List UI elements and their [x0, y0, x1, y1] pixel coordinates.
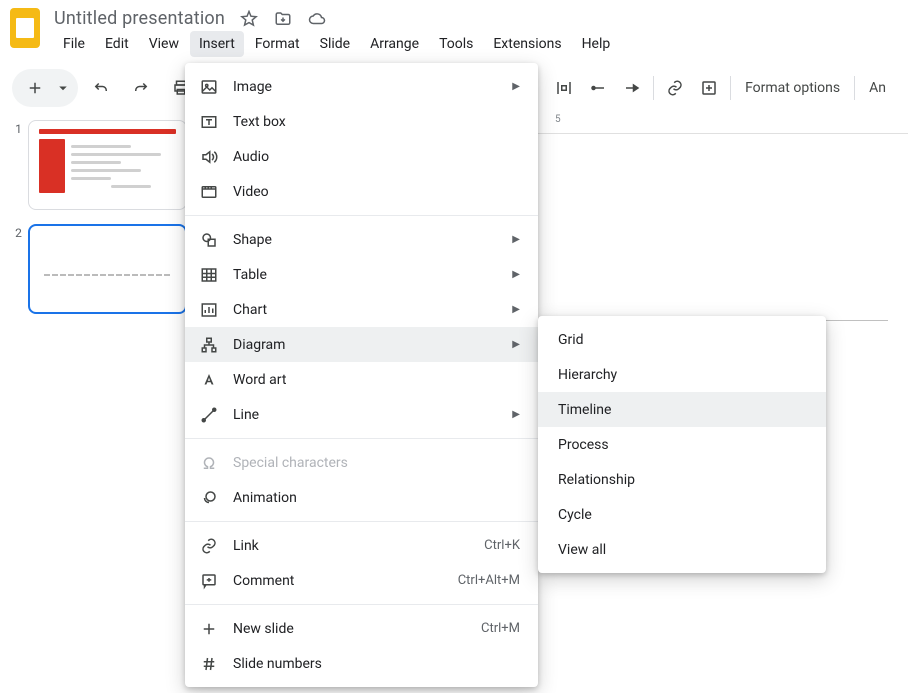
undo-button[interactable]	[84, 73, 118, 103]
video-icon	[199, 182, 219, 202]
menu-view[interactable]: View	[140, 31, 188, 57]
menu-format[interactable]: Format	[246, 31, 309, 57]
menu-slide[interactable]: Slide	[311, 31, 359, 57]
insert-chart[interactable]: Chart ▶	[185, 292, 538, 327]
insert-text-box[interactable]: Text box	[185, 104, 538, 139]
redo-button[interactable]	[124, 73, 158, 103]
shortcut-label: Ctrl+M	[481, 621, 520, 636]
format-options-button[interactable]: Format options	[735, 74, 850, 102]
diagram-submenu: Grid Hierarchy Timeline Process Relation…	[538, 316, 826, 573]
slide-number: 2	[8, 224, 22, 314]
insert-line[interactable]: Line ▶	[185, 397, 538, 432]
slide-panel: 1 2	[0, 110, 195, 693]
insert-link-button[interactable]	[658, 73, 692, 103]
insert-menu-dropdown: Image ▶ Text box Audio Video Shape ▶ Tab…	[185, 63, 538, 687]
plus-icon	[199, 619, 219, 639]
diagram-relationship[interactable]: Relationship	[538, 462, 826, 497]
menu-arrange[interactable]: Arrange	[361, 31, 428, 57]
shape-icon	[199, 230, 219, 250]
menu-file[interactable]: File	[54, 31, 94, 57]
insert-special-characters: Special characters	[185, 445, 538, 480]
shortcut-label: Ctrl+Alt+M	[458, 573, 520, 588]
submenu-arrow-icon: ▶	[512, 234, 520, 245]
menu-tools[interactable]: Tools	[430, 31, 482, 57]
comment-icon	[199, 571, 219, 591]
textbox-icon	[199, 112, 219, 132]
insert-comment[interactable]: Comment Ctrl+Alt+M	[185, 563, 538, 598]
line-start-icon[interactable]	[581, 73, 615, 103]
line-end-icon[interactable]	[615, 73, 649, 103]
submenu-arrow-icon: ▶	[512, 339, 520, 350]
insert-video[interactable]: Video	[185, 174, 538, 209]
diagram-cycle[interactable]: Cycle	[538, 497, 826, 532]
omega-icon	[199, 453, 219, 473]
document-header: Untitled presentation File Edit View Ins…	[0, 0, 908, 57]
new-slide-dropdown[interactable]	[54, 73, 72, 103]
diagram-hierarchy[interactable]: Hierarchy	[538, 357, 826, 392]
move-folder-icon[interactable]	[273, 9, 293, 29]
insert-image[interactable]: Image ▶	[185, 69, 538, 104]
menu-edit[interactable]: Edit	[96, 31, 138, 57]
app-logo	[10, 8, 40, 48]
submenu-arrow-icon: ▶	[512, 81, 520, 92]
insert-animation[interactable]: Animation	[185, 480, 538, 515]
hash-icon	[199, 654, 219, 674]
insert-new-slide[interactable]: New slide Ctrl+M	[185, 611, 538, 646]
slide-thumbnail-1[interactable]	[28, 120, 187, 210]
insert-audio[interactable]: Audio	[185, 139, 538, 174]
line-icon	[199, 405, 219, 425]
submenu-arrow-icon: ▶	[512, 409, 520, 420]
menubar: File Edit View Insert Format Slide Arran…	[54, 31, 619, 57]
slide-number: 1	[8, 120, 22, 210]
star-icon[interactable]	[239, 9, 259, 29]
distribute-icon[interactable]	[547, 73, 581, 103]
submenu-arrow-icon: ▶	[512, 304, 520, 315]
document-title[interactable]: Untitled presentation	[54, 8, 225, 29]
submenu-arrow-icon: ▶	[512, 269, 520, 280]
wordart-icon	[199, 370, 219, 390]
table-icon	[199, 265, 219, 285]
insert-table[interactable]: Table ▶	[185, 257, 538, 292]
insert-diagram[interactable]: Diagram ▶	[185, 327, 538, 362]
insert-comment-button[interactable]	[692, 73, 726, 103]
insert-slide-numbers[interactable]: Slide numbers	[185, 646, 538, 681]
slide-thumbnail-2[interactable]	[28, 224, 187, 314]
diagram-grid[interactable]: Grid	[538, 322, 826, 357]
menu-help[interactable]: Help	[573, 31, 620, 57]
diagram-process[interactable]: Process	[538, 427, 826, 462]
animation-icon	[199, 488, 219, 508]
cloud-status-icon[interactable]	[307, 9, 327, 29]
diagram-timeline[interactable]: Timeline	[538, 392, 826, 427]
chart-icon	[199, 300, 219, 320]
animate-button[interactable]: An	[859, 74, 896, 102]
image-icon	[199, 77, 219, 97]
diagram-view-all[interactable]: View all	[538, 532, 826, 567]
diagram-icon	[199, 335, 219, 355]
insert-link[interactable]: Link Ctrl+K	[185, 528, 538, 563]
shortcut-label: Ctrl+K	[484, 538, 520, 553]
insert-shape[interactable]: Shape ▶	[185, 222, 538, 257]
audio-icon	[199, 147, 219, 167]
insert-word-art[interactable]: Word art	[185, 362, 538, 397]
link-icon	[199, 536, 219, 556]
menu-extensions[interactable]: Extensions	[484, 31, 570, 57]
new-slide-button[interactable]	[18, 73, 52, 103]
menu-insert[interactable]: Insert	[190, 31, 244, 57]
